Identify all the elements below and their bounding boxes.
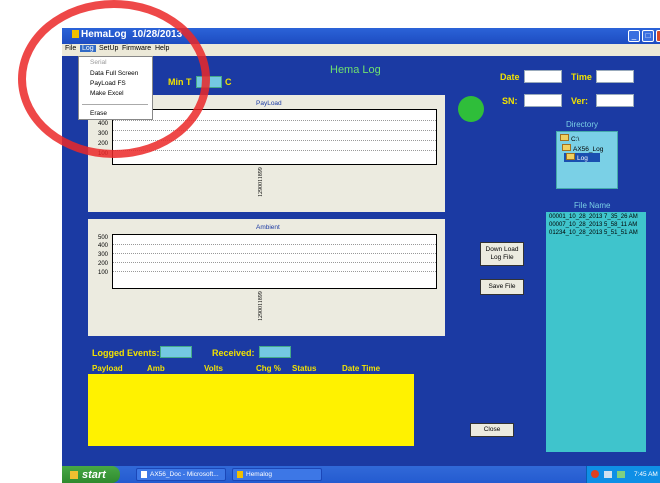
start-button[interactable]: start [62, 466, 120, 483]
close-button[interactable]: Close [470, 423, 514, 437]
windows-logo-icon [70, 470, 78, 479]
ver-field[interactable] [596, 94, 634, 107]
sn-field[interactable] [524, 94, 562, 107]
date-label: Date [500, 72, 520, 82]
file-name-label: File Name [574, 201, 611, 210]
ambient-tick: 400 [98, 243, 109, 249]
tray-network-icon[interactable] [604, 471, 612, 478]
maximize-button[interactable]: □ [642, 30, 654, 42]
taskbar-clock: 7:45 AM [634, 471, 658, 478]
received-field[interactable] [259, 346, 291, 358]
file-list[interactable] [546, 212, 646, 452]
gridline [113, 271, 436, 272]
logged-events-label: Logged Events: [92, 348, 160, 358]
gridline [113, 262, 436, 263]
ambient-plot [112, 234, 437, 289]
gridline [113, 253, 436, 254]
download-log-button[interactable]: Down Load Log File [480, 242, 524, 266]
dir-item-ax56[interactable]: AX56_Log [562, 144, 603, 153]
col-date-time: Date Time [342, 364, 381, 373]
file-item[interactable]: 00001_10_28_2013 7_35_26 AM [549, 214, 638, 220]
save-file-button[interactable]: Save File [480, 279, 524, 295]
tray-volume-icon[interactable] [617, 471, 625, 478]
logged-events-field[interactable] [160, 346, 192, 358]
app-heading: Hema Log [330, 64, 381, 76]
payload-graph-title: PayLoad [256, 100, 282, 107]
file-item[interactable]: 01234_10_28_2013 5_51_51 AM [549, 230, 638, 236]
close-window-button[interactable] [656, 30, 660, 42]
directory-label: Directory [566, 120, 599, 129]
file-item[interactable]: 00007_10_28_2013 5_58_11 AM [549, 222, 637, 228]
status-light [458, 96, 484, 122]
ambient-graph-panel: Ambient 500 400 300 200 100 1290011899 [88, 219, 445, 336]
col-volts: Volts [204, 364, 223, 373]
annotation-circle [18, 0, 210, 158]
folder-open-icon [566, 153, 575, 160]
taskbar-item-word[interactable]: AX56_Doc - Microsoft... [136, 468, 226, 481]
col-chg: Chg % [256, 364, 281, 373]
ambient-tick: 300 [98, 252, 109, 258]
folder-open-icon [562, 144, 571, 151]
ambient-tick: 500 [98, 235, 109, 241]
app-icon [237, 471, 243, 478]
col-payload: Payload [92, 364, 123, 373]
gridline [113, 150, 436, 151]
time-label: Time [571, 72, 592, 82]
ambient-tick: 100 [98, 270, 109, 276]
data-table[interactable] [88, 374, 414, 446]
ver-label: Ver: [571, 96, 589, 106]
dir-item-root[interactable]: C:\ [560, 134, 579, 143]
payload-x-label: 1290011899 [258, 167, 264, 197]
minimize-button[interactable]: _ [628, 30, 640, 42]
received-label: Received: [212, 348, 255, 358]
col-amb: Amb [147, 364, 165, 373]
ambient-x-label: 1290011899 [258, 291, 264, 321]
sn-label: SN: [502, 96, 518, 106]
gridline [113, 244, 436, 245]
dir-item-log[interactable]: Log [564, 153, 600, 162]
taskbar-item-hemalog[interactable]: Hemalog [232, 468, 322, 481]
time-field[interactable] [596, 70, 634, 83]
tray-alert-icon[interactable] [591, 470, 599, 478]
date-field[interactable] [524, 70, 562, 83]
ambient-tick: 200 [98, 261, 109, 267]
col-status: Status [292, 364, 317, 373]
ambient-graph-title: Ambient [256, 224, 280, 231]
word-doc-icon [141, 471, 147, 478]
min-t-unit: C [225, 77, 232, 87]
folder-open-icon [560, 134, 569, 141]
